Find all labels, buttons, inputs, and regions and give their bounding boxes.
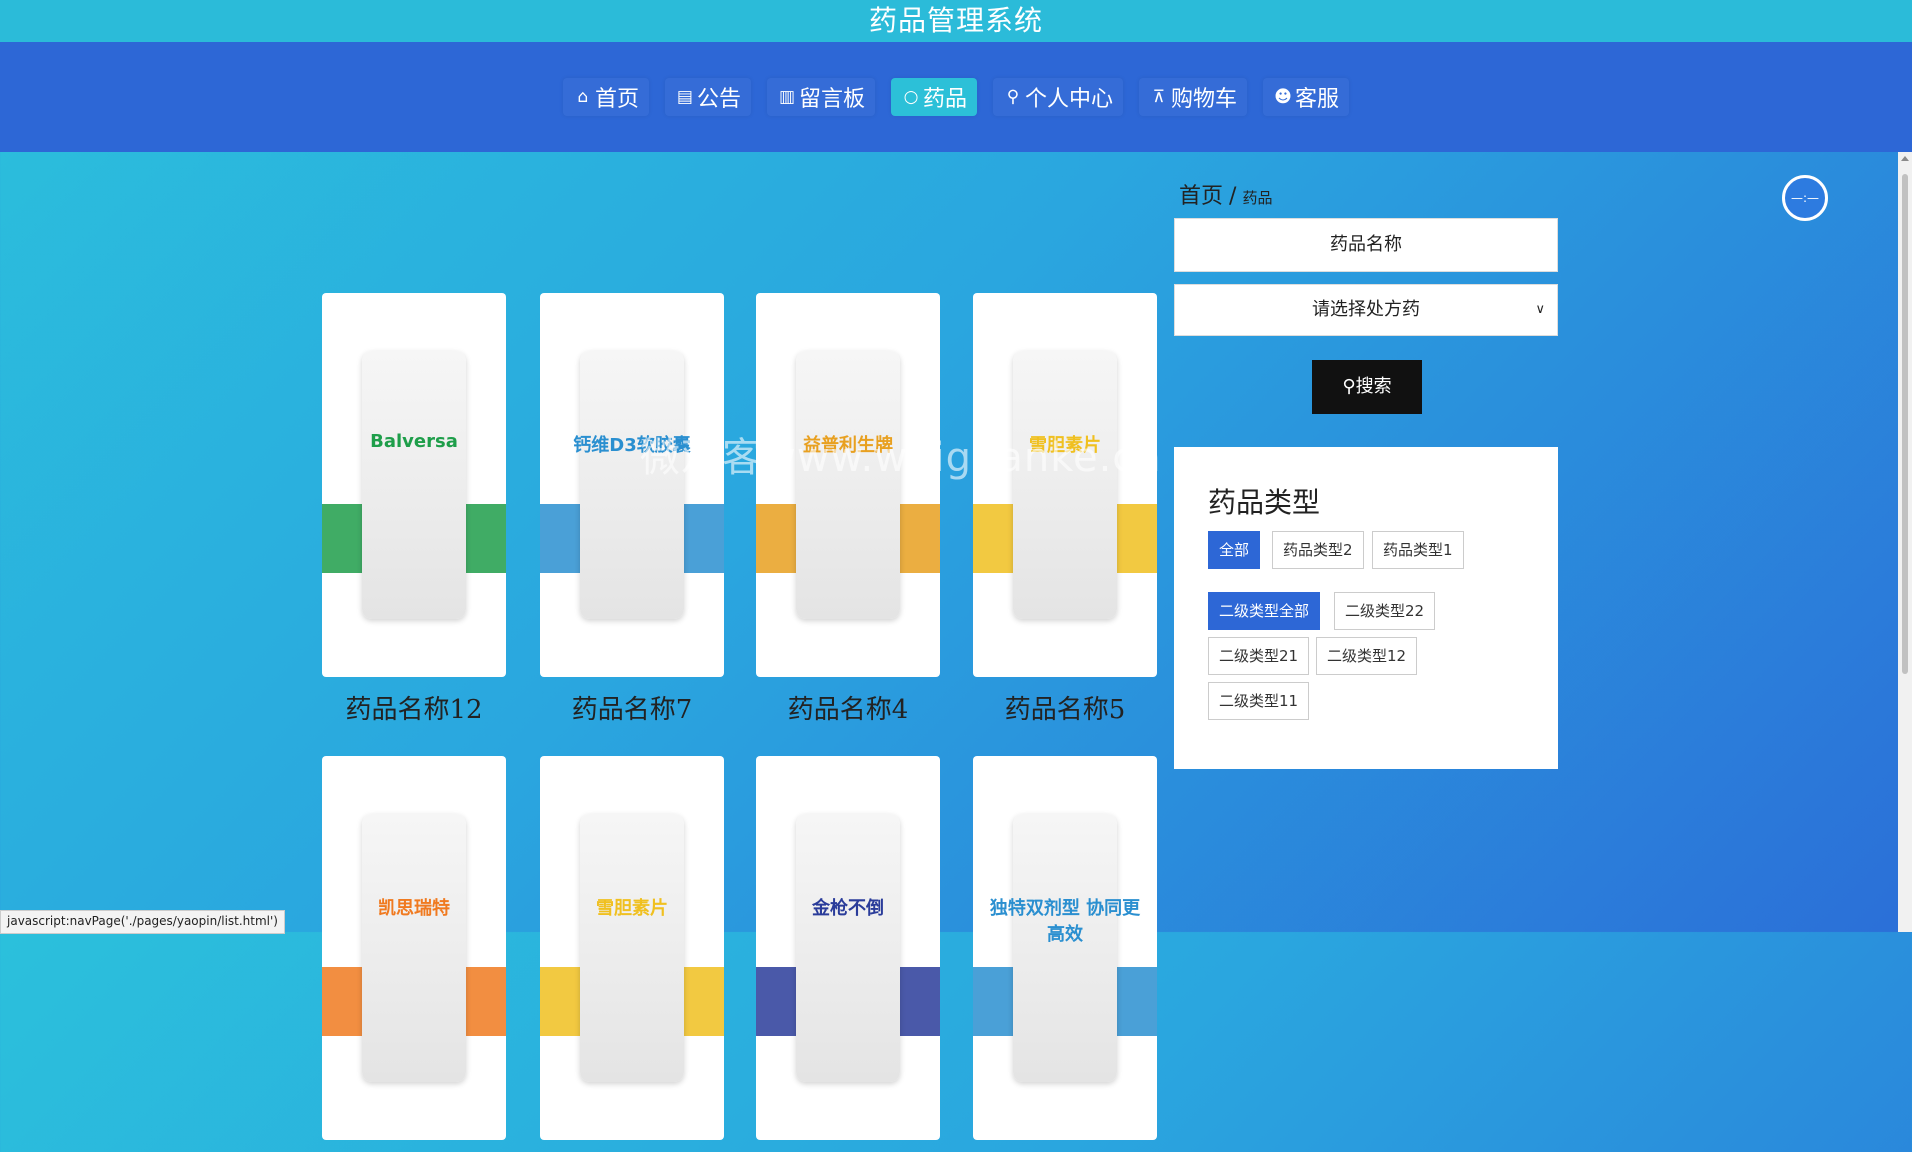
- search-button-label: 搜索: [1355, 376, 1392, 397]
- chevron-down-icon: ∨: [1535, 302, 1545, 317]
- nav-item-label: 留言板: [798, 87, 865, 112]
- category-level2-tag[interactable]: 二级类型12: [1316, 637, 1418, 675]
- product-card[interactable]: 雪胆素片药品名称5: [973, 293, 1157, 726]
- nav-item-label: 公告: [696, 87, 741, 112]
- product-image[interactable]: Balversa: [322, 293, 506, 677]
- product-image-label: 独特双剂型 协同更高效: [989, 898, 1141, 946]
- cart-icon: ⊼: [1152, 87, 1166, 107]
- product-image[interactable]: 益普利生牌: [756, 293, 940, 677]
- scrollbar[interactable]: [1898, 152, 1912, 932]
- app-title: 药品管理系统: [0, 0, 1912, 42]
- product-image-label: 益普利生牌: [803, 435, 893, 457]
- product-image-label: 金枪不倒: [812, 898, 884, 920]
- product-card[interactable]: 凯思瑞特: [322, 756, 506, 1152]
- nav-item-2[interactable]: ▥ 留言板: [766, 78, 875, 116]
- nav-item-3[interactable]: ○ 药品: [890, 78, 977, 116]
- product-package: [362, 350, 466, 620]
- category-level2-tag[interactable]: 二级类型11: [1208, 682, 1310, 720]
- nav-item-label: 药品: [922, 87, 967, 112]
- product-package: [796, 350, 900, 620]
- product-image[interactable]: 钙维D3软胶囊: [540, 293, 724, 677]
- product-package: [1013, 350, 1117, 620]
- search-button[interactable]: ⚲搜索: [1312, 360, 1422, 414]
- breadcrumb: 首页 / 药品: [1179, 178, 1272, 210]
- notice-icon: ▤: [676, 87, 693, 107]
- product-card[interactable]: 钙维D3软胶囊药品名称7: [540, 293, 724, 726]
- product-card[interactable]: 金枪不倒: [756, 756, 940, 1152]
- category-level1-tag[interactable]: 药品类型2: [1272, 531, 1364, 569]
- product-name[interactable]: 药品名称5: [973, 689, 1157, 726]
- product-image-label: 雪胆素片: [1029, 435, 1101, 457]
- medicine-icon: ○: [903, 87, 919, 107]
- scroll-up-icon[interactable]: [1901, 156, 1909, 161]
- product-package: [580, 350, 684, 620]
- product-image[interactable]: 雪胆素片: [540, 756, 724, 1140]
- product-image[interactable]: 雪胆素片: [973, 293, 1157, 677]
- message-board-icon: ▥: [778, 87, 795, 107]
- main-nav: ⌂ 首页 ▤ 公告 ▥ 留言板 ○ 药品 ⚲ 个人中心 ⊼ 购物车 ☻ 客服: [0, 78, 1912, 116]
- product-image[interactable]: 凯思瑞特: [322, 756, 506, 1140]
- nav-item-label: 购物车: [1171, 87, 1238, 112]
- nav-item-label: 首页: [594, 87, 639, 112]
- product-name[interactable]: 药品名称7: [540, 689, 724, 726]
- product-package: [362, 813, 466, 1083]
- product-package: [580, 813, 684, 1083]
- nav-item-5[interactable]: ⊼ 购物车: [1139, 78, 1248, 116]
- category-title: 药品类型: [1208, 486, 1321, 519]
- breadcrumb-separator: /: [1229, 184, 1237, 209]
- product-card[interactable]: 益普利生牌药品名称4: [756, 293, 940, 726]
- category-level2-tag[interactable]: 二级类型21: [1208, 637, 1310, 675]
- product-name[interactable]: 药品名称12: [322, 689, 506, 726]
- product-image-label: 钙维D3软胶囊: [573, 435, 691, 457]
- status-bar-url: javascript:navPage('./pages/yaopin/list.…: [0, 910, 285, 934]
- category-level2-tag[interactable]: 二级类型22: [1334, 592, 1436, 630]
- product-image-label: 凯思瑞特: [378, 898, 450, 920]
- product-card[interactable]: 雪胆素片: [540, 756, 724, 1152]
- product-image-label: Balversa: [370, 431, 458, 453]
- product-image-label: 雪胆素片: [596, 898, 668, 920]
- prescription-select[interactable]: 请选择处方药 ∨: [1174, 284, 1558, 336]
- nav-item-label: 个人中心: [1025, 87, 1114, 112]
- prescription-select-value: 请选择处方药: [1312, 299, 1420, 320]
- product-package: [1013, 813, 1117, 1083]
- floating-service-button[interactable]: —:—: [1782, 175, 1828, 221]
- nav-item-1[interactable]: ▤ 公告: [664, 78, 751, 116]
- category-level1-tag[interactable]: 药品类型1: [1372, 531, 1464, 569]
- product-package: [796, 813, 900, 1083]
- service-icon: ☻: [1274, 87, 1292, 107]
- product-image[interactable]: 金枪不倒: [756, 756, 940, 1140]
- search-icon: ⚲: [1342, 376, 1356, 397]
- nav-item-4[interactable]: ⚲ 个人中心: [993, 78, 1124, 116]
- breadcrumb-current: 药品: [1242, 189, 1273, 207]
- breadcrumb-home[interactable]: 首页: [1179, 184, 1223, 209]
- nav-item-0[interactable]: ⌂ 首页: [562, 78, 649, 116]
- medicine-name-input[interactable]: 药品名称: [1174, 218, 1558, 272]
- product-card[interactable]: 独特双剂型 协同更高效: [973, 756, 1157, 1152]
- category-level2-tag[interactable]: 二级类型全部: [1208, 592, 1321, 630]
- product-name[interactable]: 药品名称4: [756, 689, 940, 726]
- user-icon: ⚲: [1006, 87, 1020, 107]
- category-level1-tag[interactable]: 全部: [1208, 531, 1261, 569]
- category-panel: 药品类型 全部 药品类型2 药品类型1 二级类型全部 二级类型22 二级类型21 二级类型1…: [1174, 447, 1558, 769]
- home-icon: ⌂: [577, 87, 589, 107]
- nav-item-label: 客服: [1295, 87, 1340, 112]
- product-card[interactable]: Balversa 药品名称12: [322, 293, 506, 726]
- product-image[interactable]: 独特双剂型 协同更高效: [973, 756, 1157, 1140]
- scrollbar-thumb[interactable]: [1902, 174, 1908, 674]
- nav-item-6[interactable]: ☻ 客服: [1263, 78, 1350, 116]
